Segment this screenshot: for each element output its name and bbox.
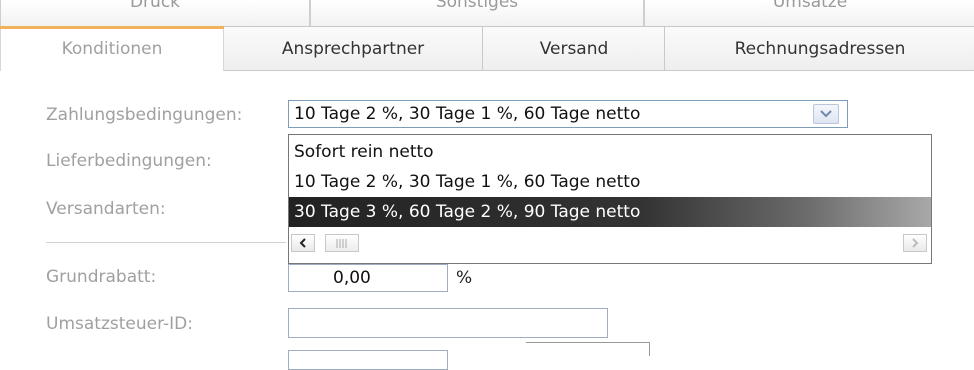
chevron-down-icon[interactable] <box>813 104 839 124</box>
tab-rechnungsadressen-label: Rechnungsadressen <box>734 39 906 59</box>
tab-druck-label: Druck <box>129 0 181 12</box>
tab-konditionen[interactable]: Konditionen <box>0 26 224 71</box>
lieferbedingungen-label: Lieferbedingungen: <box>46 151 212 171</box>
dropdown-option-selected[interactable]: 30 Tage 3 %, 60 Tage 2 %, 90 Tage netto <box>289 197 931 227</box>
grip-icon <box>336 239 347 248</box>
scroll-thumb[interactable] <box>325 234 359 252</box>
grundrabatt-input[interactable]: 0,00 <box>288 264 448 292</box>
zahlungsbedingungen-dropdown: Sofort rein netto 10 Tage 2 %, 30 Tage 1… <box>288 134 932 264</box>
umsatzsteuer-label: Umsatzsteuer-ID: <box>46 314 193 334</box>
horizontal-scrollbar[interactable] <box>289 231 931 253</box>
grundrabatt-value: 0,00 <box>333 268 371 288</box>
dropdown-option[interactable]: Sofort rein netto <box>289 137 931 167</box>
tab-umsaetze-label: Umsätze <box>772 0 848 12</box>
arrow-right-icon[interactable] <box>903 234 927 252</box>
zahlungsbedingungen-value: 10 Tage 2 %, 30 Tage 1 %, 60 Tage netto <box>294 104 641 124</box>
section-divider <box>46 242 286 243</box>
grundrabatt-unit: % <box>456 268 473 288</box>
tab-ansprechpartner-label: Ansprechpartner <box>281 39 425 59</box>
umsatzsteuer-input[interactable] <box>288 308 608 338</box>
tab-ansprechpartner[interactable]: Ansprechpartner <box>222 26 484 71</box>
tab-druck[interactable]: Druck <box>0 0 310 27</box>
tab-konditionen-label: Konditionen <box>61 39 163 59</box>
tab-sonstiges[interactable]: Sonstiges <box>310 0 644 27</box>
tab-versand[interactable]: Versand <box>482 26 666 71</box>
zahlungsbedingungen-label: Zahlungsbedingungen: <box>46 105 243 125</box>
dropdown-option[interactable]: 10 Tage 2 %, 30 Tage 1 %, 60 Tage netto <box>289 167 931 197</box>
versandarten-label: Versandarten: <box>46 199 166 219</box>
zahlungsbedingungen-select[interactable]: 10 Tage 2 %, 30 Tage 1 %, 60 Tage netto <box>288 100 848 128</box>
partial-input[interactable] <box>288 350 448 370</box>
arrow-left-icon[interactable] <box>291 234 315 252</box>
tab-rechnungsadressen[interactable]: Rechnungsadressen <box>664 26 974 71</box>
tab-sonstiges-label: Sonstiges <box>435 0 519 12</box>
tab-versand-label: Versand <box>539 39 609 59</box>
partial-popup <box>526 342 650 356</box>
tab-umsaetze[interactable]: Umsätze <box>644 0 974 27</box>
grundrabatt-label: Grundrabatt: <box>46 267 157 287</box>
tab-divider <box>222 70 974 71</box>
